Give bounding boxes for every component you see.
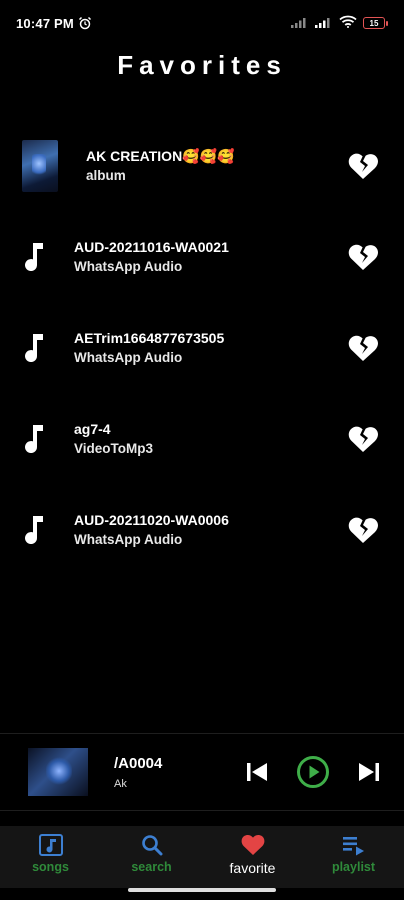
favorites-list: AK CREATION🥰🥰🥰 album AUD-20211016-WA0021… (0, 120, 404, 575)
now-playing-title: /A0004 (114, 754, 163, 772)
play-icon[interactable] (296, 755, 330, 789)
item-subtitle: album (86, 167, 126, 183)
list-item[interactable]: AUD-20211016-WA0021 WhatsApp Audio (0, 211, 404, 302)
battery-level: 15 (363, 17, 385, 29)
now-playing-artist: Ak (114, 777, 127, 790)
alarm-icon (78, 16, 92, 30)
signal-icon-2 (315, 16, 333, 31)
home-indicator[interactable] (128, 888, 276, 892)
item-title: AETrim1664877673505 (74, 329, 225, 346)
item-subtitle: WhatsApp Audio (74, 349, 183, 365)
broken-heart-icon[interactable] (348, 425, 378, 453)
item-texts: AUD-20211020-WA0006 WhatsApp Audio (74, 510, 229, 550)
music-note-icon (38, 834, 63, 856)
item-subtitle: WhatsApp Audio (74, 531, 183, 547)
status-icons: 15 (291, 15, 388, 31)
album-thumbnail (8, 131, 72, 201)
tab-search-label: search (131, 860, 172, 874)
list-item[interactable]: AK CREATION🥰🥰🥰 album (0, 120, 404, 211)
tab-search[interactable]: search (101, 826, 202, 888)
music-note-icon (0, 495, 70, 565)
item-subtitle: WhatsApp Audio (74, 258, 183, 274)
item-texts: AUD-20211016-WA0021 WhatsApp Audio (74, 237, 229, 277)
item-title: AUD-20211020-WA0006 (74, 511, 229, 528)
mini-player[interactable]: /A0004 Ak (0, 733, 404, 811)
battery-icon: 15 (363, 17, 388, 29)
status-time: 10:47 PM (16, 15, 74, 31)
tab-songs-label: songs (32, 860, 69, 874)
item-texts: AK CREATION🥰🥰🥰 album (86, 146, 234, 186)
skip-next-icon[interactable] (358, 762, 380, 782)
music-note-icon (0, 222, 70, 292)
item-subtitle: VideoToMp3 (74, 440, 154, 456)
heart-icon (241, 834, 264, 855)
item-title: AK CREATION🥰🥰🥰 (86, 147, 235, 164)
list-item[interactable]: ag7-4 VideoToMp3 (0, 393, 404, 484)
tab-playlist-label: playlist (331, 860, 376, 874)
broken-heart-icon[interactable] (348, 152, 378, 180)
search-icon (141, 835, 162, 856)
tab-playlist[interactable]: playlist (303, 826, 404, 888)
page-title: Favorites (117, 50, 287, 80)
tab-songs[interactable]: songs (0, 826, 101, 888)
broken-heart-icon[interactable] (348, 334, 378, 362)
broken-heart-icon[interactable] (348, 516, 378, 544)
wifi-icon (339, 15, 357, 31)
signal-icon (291, 16, 309, 31)
player-controls (246, 755, 380, 789)
item-title: AUD-20211016-WA0021 (74, 238, 229, 255)
item-texts: ag7-4 VideoToMp3 (74, 419, 153, 459)
now-playing-artwork (28, 748, 88, 796)
tab-favorite-label: favorite (229, 860, 276, 876)
list-item[interactable]: AUD-20211020-WA0006 WhatsApp Audio (0, 484, 404, 575)
music-note-icon (0, 404, 70, 474)
item-title: ag7-4 (74, 420, 111, 437)
item-texts: AETrim1664877673505 WhatsApp Audio (74, 328, 224, 368)
broken-heart-icon[interactable] (348, 243, 378, 271)
status-bar: 10:47 PM 15 (0, 0, 404, 46)
music-note-icon (0, 313, 70, 383)
bottom-nav: songs search favorite playlist (0, 826, 404, 888)
list-item[interactable]: AETrim1664877673505 WhatsApp Audio (0, 302, 404, 393)
skip-previous-icon[interactable] (246, 762, 268, 782)
tab-favorite[interactable]: favorite (202, 826, 303, 888)
playlist-icon (342, 837, 364, 856)
now-playing-info: /A0004 Ak (114, 755, 162, 790)
